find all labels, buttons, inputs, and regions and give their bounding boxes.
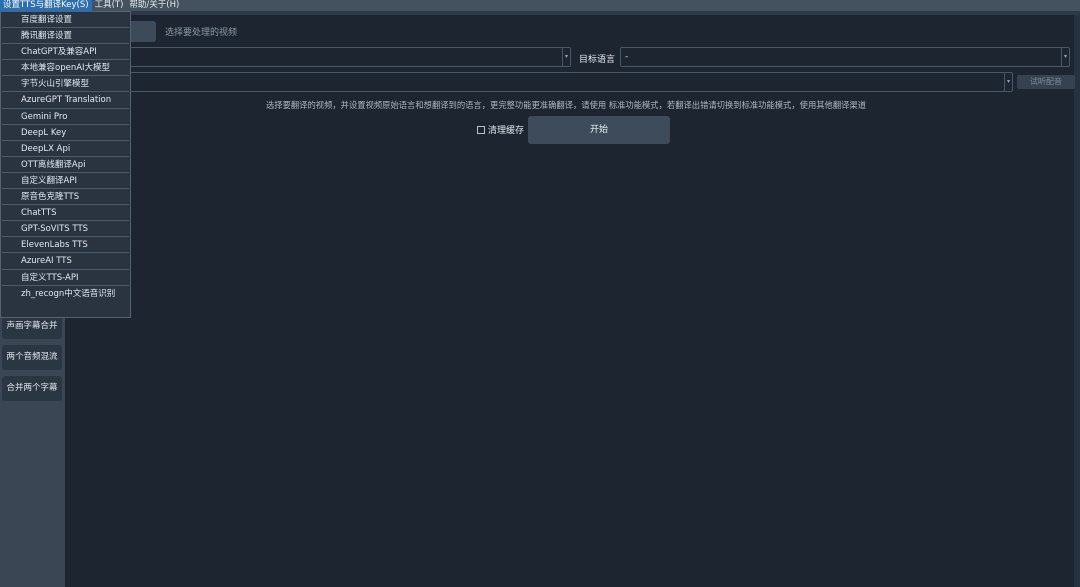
source-language-select[interactable]: 语 ▾ xyxy=(105,47,571,67)
menu-item-custom-translate-api[interactable]: 自定义翻译API xyxy=(2,173,129,190)
select-video-label: 选择要处理的视频 xyxy=(165,28,238,38)
target-language-label: 目标语言 xyxy=(579,55,616,65)
menu-item-deeplx-api[interactable]: DeepLX Api xyxy=(2,141,129,157)
menu-item-tencent-translate[interactable]: 腾讯翻译设置 xyxy=(2,28,129,45)
menubar: 设置TTS与翻译Key(S) 工具(T) 帮助/关于(H) xyxy=(0,0,1080,11)
menu-item-chatgpt-api[interactable]: ChatGPT及兼容API xyxy=(2,44,129,61)
chevron-down-icon: ▾ xyxy=(562,48,570,66)
menu-item-azuregpt-translation[interactable]: AzureGPT Translation xyxy=(2,92,129,109)
clear-cache-label: 清理缓存 xyxy=(488,126,525,136)
chevron-down-icon: ▾ xyxy=(1004,73,1012,91)
target-language-value: - xyxy=(625,52,629,62)
instructions-text: 选择要翻译的视频，并设置视频原始语言和想翻译到的语言，更完整功能更准确翻译，请使… xyxy=(266,100,867,110)
clear-cache-option[interactable]: 清理缓存 xyxy=(477,123,524,136)
settings-dropdown-menu: 百度翻译设置 腾讯翻译设置 ChatGPT及兼容API 本地兼容openAI大模… xyxy=(0,11,131,318)
menu-item-baidu-translate[interactable]: 百度翻译设置 xyxy=(2,12,129,29)
vertical-scrollbar[interactable] xyxy=(1074,15,1080,587)
sidebar-item-audio-mix[interactable]: 两个音频混流 xyxy=(2,345,62,370)
menu-item-zh-recogn[interactable]: zh_recogn中文语音识别 xyxy=(2,286,129,302)
menu-item-volcengine-model[interactable]: 字节火山引擎模型 xyxy=(2,76,129,93)
menu-item-deepl-key[interactable]: DeepL Key xyxy=(2,125,129,141)
main-panel: 选择要处理的视频 语 ▾ 目标语言 - ▾ o ▾ 试听配音 选择要翻译的视频，… xyxy=(65,11,1080,587)
menu-item-local-openai-model[interactable]: 本地兼容openAI大模型 xyxy=(2,60,129,77)
start-button[interactable]: 开始 xyxy=(528,116,670,144)
clear-cache-checkbox[interactable] xyxy=(477,125,485,134)
menu-item-azureai-tts[interactable]: AzureAI TTS xyxy=(2,253,129,270)
menu-item-custom-tts-api[interactable]: 自定义TTS-API xyxy=(2,270,129,286)
top-strip xyxy=(65,11,1080,15)
trial-voice-button[interactable]: 试听配音 xyxy=(1017,75,1075,89)
menu-help-about[interactable]: 帮助/关于(H) xyxy=(126,0,182,11)
menu-settings-tts-translate[interactable]: 设置TTS与翻译Key(S) xyxy=(0,0,92,11)
menu-item-voice-clone-tts[interactable]: 原音色克隆TTS xyxy=(2,189,129,206)
menu-item-chattts[interactable]: ChatTTS xyxy=(2,205,129,222)
menu-item-ott-offline-api[interactable]: OTT离线翻译Api xyxy=(2,157,129,173)
menu-item-gpt-sovits-tts[interactable]: GPT-SoVITS TTS xyxy=(2,221,129,238)
chevron-down-icon: ▾ xyxy=(1061,48,1069,66)
sidebar-item-subtitle-merge[interactable]: 合并两个字幕 xyxy=(2,376,62,401)
target-language-select[interactable]: - ▾ xyxy=(620,47,1070,67)
voice-select[interactable]: o ▾ xyxy=(105,72,1013,92)
menu-item-gemini-pro[interactable]: Gemini Pro xyxy=(2,109,129,125)
menu-item-elevenlabs-tts[interactable]: ElevenLabs TTS xyxy=(2,237,129,254)
menu-tools[interactable]: 工具(T) xyxy=(92,0,127,11)
